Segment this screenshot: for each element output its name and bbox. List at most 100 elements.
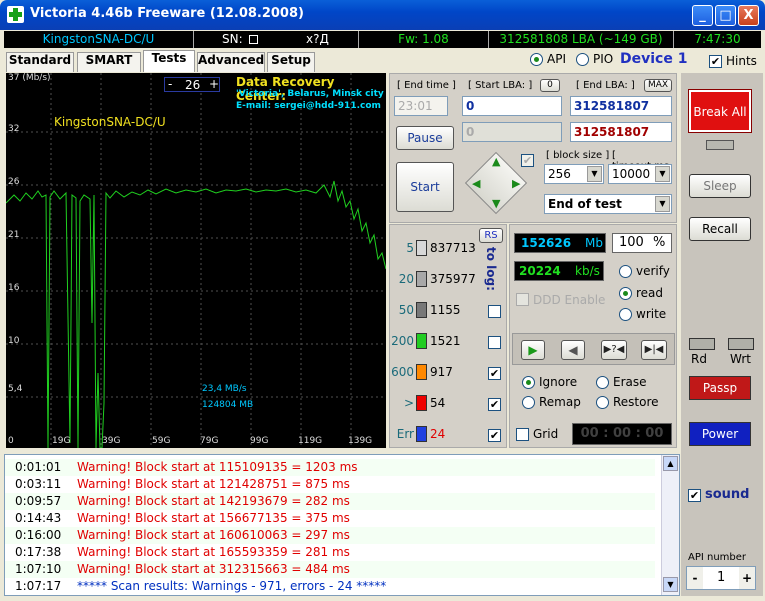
sound-checkbox[interactable]: ✔ <box>688 489 701 502</box>
drc-line1: 'Victoria', Belarus, Minsk city <box>236 89 384 99</box>
restore-radio[interactable] <box>596 396 609 409</box>
api-number-plus[interactable]: + <box>739 567 755 589</box>
log-time: 0:17:38 <box>15 545 62 559</box>
activity-indicator <box>706 140 734 150</box>
counter-minus[interactable]: - <box>168 77 172 91</box>
end-lba-max-button[interactable]: MAX <box>644 79 672 92</box>
verify-radio[interactable] <box>619 265 632 278</box>
log-row: 0:01:01 Warning! Block start at 115109135… <box>5 459 655 476</box>
end-time-label: [ End time ] <box>397 80 456 91</box>
title-bar: Victoria 4.46b Freeware (12.08.2008) _ □… <box>0 0 765 30</box>
pad-checkbox[interactable]: ✔ <box>521 154 534 167</box>
arrow-down-icon[interactable]: ▼ <box>492 197 500 210</box>
chevron-down-icon[interactable]: ▼ <box>655 166 670 182</box>
block-row: 5 837713 <box>390 240 508 260</box>
hints-checkbox[interactable]: ✔ <box>709 55 722 68</box>
block-log-checkbox[interactable] <box>488 336 501 349</box>
api-number-label: API number <box>688 552 747 563</box>
ignore-radio[interactable] <box>522 376 535 389</box>
api-label: API <box>547 52 566 66</box>
chevron-down-icon[interactable]: ▼ <box>655 196 670 212</box>
graph-canvas <box>6 73 386 448</box>
api-radio[interactable] <box>530 53 543 66</box>
log-time: 1:07:17 <box>15 579 62 593</box>
reverse-button[interactable]: ◀ <box>561 340 585 360</box>
read-label: read <box>636 286 664 300</box>
block-row-count: 1155 <box>430 303 461 317</box>
firmware: Fw: 1.08 <box>359 31 489 48</box>
y-tick-5: 10 <box>8 336 20 346</box>
write-radio[interactable] <box>619 308 632 321</box>
device-label[interactable]: Device 1 <box>620 51 687 67</box>
start-button[interactable]: Start <box>396 162 454 212</box>
arrow-left-icon[interactable]: ◀ <box>472 177 480 190</box>
pio-radio[interactable] <box>576 53 589 66</box>
block-row: Err 24 ✔ <box>390 426 508 446</box>
start-lba-label: [ Start LBA: ] <box>468 80 533 91</box>
timeout-select[interactable]: 10000 ▼ <box>608 164 672 184</box>
block-row: > 54 ✔ <box>390 395 508 415</box>
start-lba-zero-button[interactable]: 0 <box>540 79 560 92</box>
window-title: Victoria 4.46b Freeware (12.08.2008) <box>30 6 304 21</box>
counter-box: - 26 + <box>164 77 220 92</box>
log-time: 0:03:11 <box>15 477 62 491</box>
block-log-checkbox[interactable]: ✔ <box>488 429 501 442</box>
recall-button[interactable]: Recall <box>689 217 751 241</box>
break-all-button[interactable]: Break All <box>688 89 752 133</box>
maximize-button[interactable]: □ <box>715 5 736 26</box>
log-scrollbar[interactable]: ▲ ▼ <box>661 455 679 595</box>
sound-label: sound <box>705 487 750 502</box>
api-number-value[interactable]: 1 <box>717 570 725 585</box>
end-button[interactable]: ▶|◀ <box>641 340 667 360</box>
passport-button[interactable]: Passp <box>689 376 751 400</box>
graph-drive-label: KingstonSNA-DC/U <box>54 115 166 129</box>
grid-checkbox[interactable] <box>516 428 529 441</box>
wrt-led <box>728 338 754 350</box>
block-size-select[interactable]: 256 ▼ <box>544 164 604 184</box>
log-panel[interactable]: 0:01:01 Warning! Block start at 115109135… <box>4 454 680 596</box>
read-radio[interactable] <box>619 287 632 300</box>
block-log-checkbox[interactable]: ✔ <box>488 367 501 380</box>
power-button[interactable]: Power <box>689 422 751 446</box>
end-lba-field[interactable]: 312581807 <box>570 96 672 116</box>
arrow-up-icon[interactable]: ▲ <box>492 155 500 168</box>
log-message: Warning! Block start at 160610063 = 297 … <box>77 528 350 542</box>
chevron-down-icon[interactable]: ▼ <box>587 166 602 182</box>
hints-label: Hints <box>726 54 757 68</box>
tab-tests[interactable]: Tests <box>143 50 195 72</box>
end-action-select[interactable]: End of test ▼ <box>544 194 672 214</box>
ddd-checkbox[interactable] <box>516 293 529 306</box>
remap-radio[interactable] <box>522 396 535 409</box>
block-row-label: 200 <box>391 334 414 348</box>
sleep-button[interactable]: Sleep <box>689 174 751 198</box>
pause-button[interactable]: Pause <box>396 126 454 150</box>
tab-standard[interactable]: Standard <box>6 52 74 72</box>
scroll-up-icon[interactable]: ▲ <box>663 456 678 471</box>
remap-label: Remap <box>539 395 581 409</box>
tab-smart[interactable]: SMART <box>77 52 141 72</box>
block-row-count: 54 <box>430 396 446 410</box>
erase-radio[interactable] <box>596 376 609 389</box>
block-color-swatch <box>416 302 427 318</box>
tab-setup[interactable]: Setup <box>267 52 315 72</box>
log-message: ***** Scan results: Warnings - 971, erro… <box>77 579 387 593</box>
tab-advanced[interactable]: Advanced <box>197 52 265 72</box>
start-lba-field[interactable]: 0 <box>462 96 562 116</box>
end-time-field[interactable]: 23:01 <box>394 96 448 116</box>
sn-value: x?Д <box>306 32 329 46</box>
play-button[interactable]: ▶ <box>521 340 545 360</box>
minimize-button[interactable]: _ <box>692 5 713 26</box>
skip-button[interactable]: ▶?◀ <box>601 340 627 360</box>
counter-plus[interactable]: + <box>209 77 219 91</box>
drive-model: KingstonSNA-DC/U <box>4 31 194 48</box>
scroll-down-icon[interactable]: ▼ <box>663 577 678 592</box>
y-tick-7: 0 <box>8 436 14 446</box>
close-button[interactable]: X <box>738 5 759 26</box>
api-number-minus[interactable]: - <box>687 567 703 589</box>
log-time: 0:16:00 <box>15 528 62 542</box>
mb-readout: 152626 Mb <box>514 233 606 253</box>
arrow-right-icon[interactable]: ▶ <box>512 177 520 190</box>
block-log-checkbox[interactable]: ✔ <box>488 398 501 411</box>
timer-readout: 00 : 00 : 00 <box>572 423 672 445</box>
block-log-checkbox[interactable] <box>488 305 501 318</box>
